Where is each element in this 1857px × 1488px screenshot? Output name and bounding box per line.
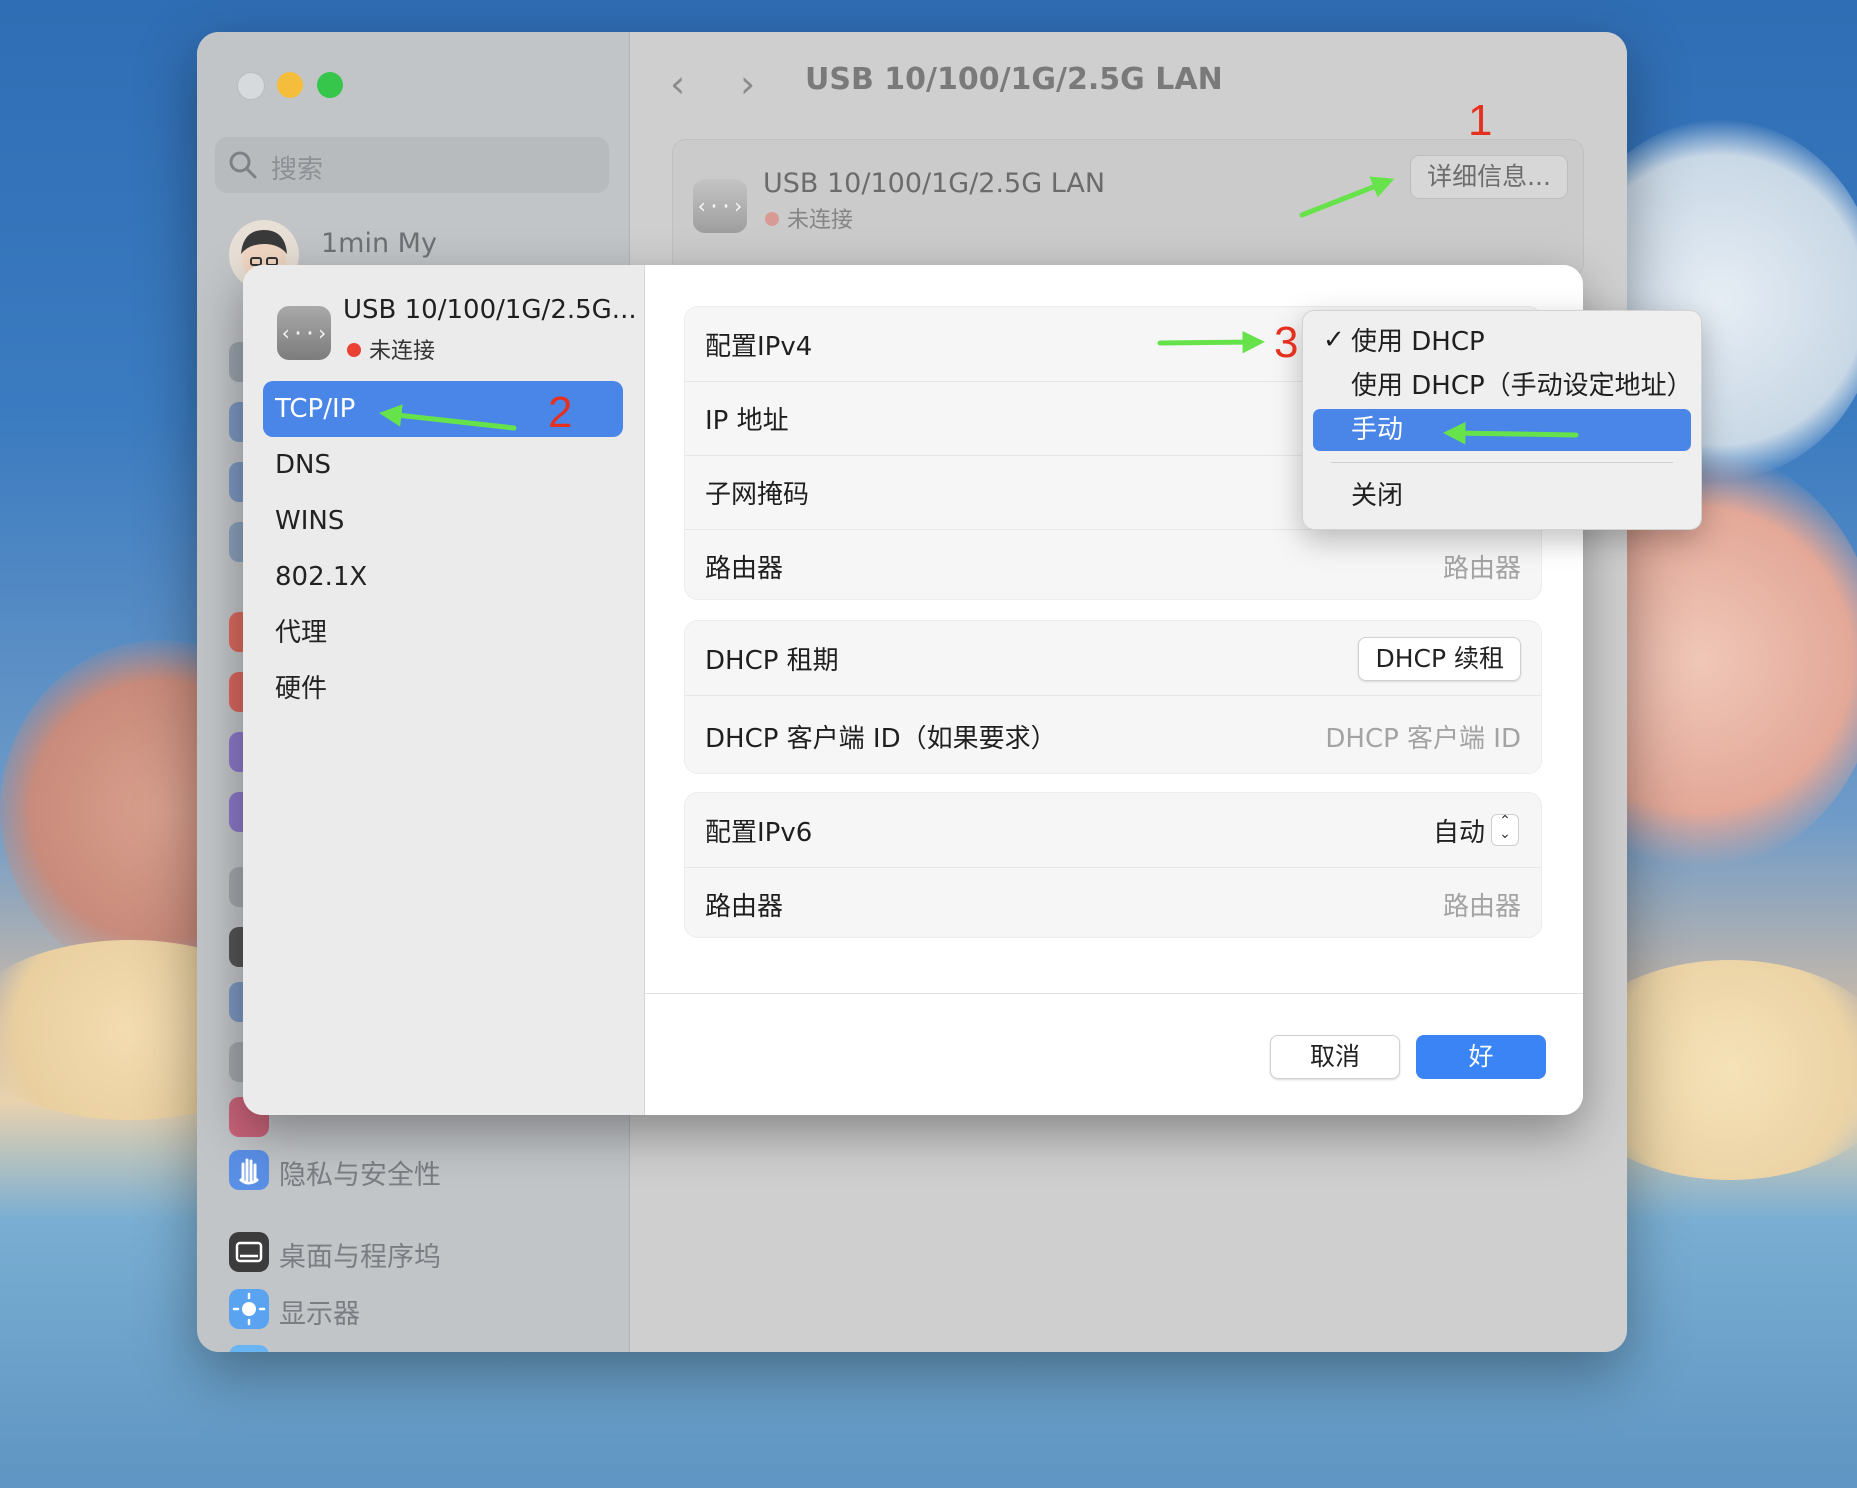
annotation-arrow-3: [1157, 330, 1265, 354]
annotation-arrow-2: [379, 404, 517, 431]
annotation-arrows: [379, 176, 1579, 445]
annotation-arrow-4: [1443, 421, 1579, 445]
annotation-arrow-1: [1299, 176, 1395, 218]
